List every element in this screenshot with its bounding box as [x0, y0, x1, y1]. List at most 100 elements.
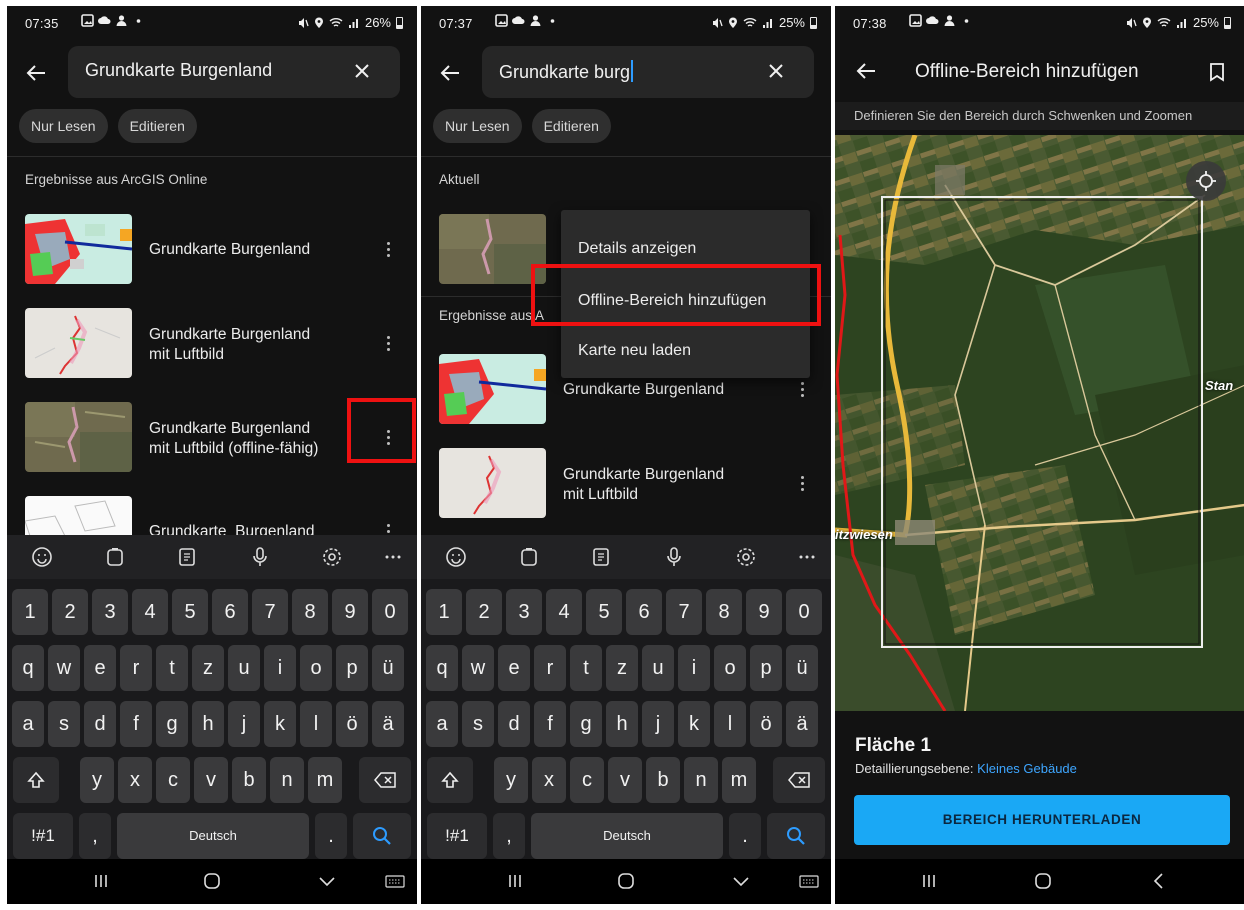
key[interactable]: e [498, 645, 530, 691]
key[interactable]: n [270, 757, 304, 803]
key[interactable]: n [684, 757, 718, 803]
key[interactable]: c [570, 757, 604, 803]
symbols-key[interactable]: !#1 [13, 813, 73, 859]
search-key[interactable] [767, 813, 825, 859]
key[interactable]: z [192, 645, 224, 691]
space-key[interactable]: Deutsch [531, 813, 723, 859]
key[interactable]: 0 [372, 589, 408, 635]
key[interactable]: i [264, 645, 296, 691]
recent-apps-icon[interactable] [505, 871, 525, 891]
search-key[interactable] [353, 813, 411, 859]
key[interactable]: 1 [12, 589, 48, 635]
key[interactable]: 7 [252, 589, 288, 635]
key[interactable]: 7 [666, 589, 702, 635]
key[interactable]: r [534, 645, 566, 691]
key[interactable]: y [80, 757, 114, 803]
more-horizontal-icon[interactable] [382, 546, 404, 568]
key[interactable]: o [714, 645, 746, 691]
key[interactable]: 0 [786, 589, 822, 635]
comma-key[interactable]: , [79, 813, 111, 859]
key[interactable]: p [750, 645, 782, 691]
clipboard-icon[interactable] [518, 546, 540, 568]
chip-read-only[interactable]: Nur Lesen [19, 109, 108, 143]
key[interactable]: b [646, 757, 680, 803]
key[interactable]: x [118, 757, 152, 803]
more-vertical-icon[interactable] [387, 524, 391, 535]
key[interactable]: g [156, 701, 188, 747]
key[interactable]: u [228, 645, 260, 691]
more-vertical-icon[interactable] [387, 242, 391, 258]
key[interactable]: ö [750, 701, 782, 747]
key[interactable]: 5 [172, 589, 208, 635]
key[interactable]: 6 [212, 589, 248, 635]
key[interactable]: t [570, 645, 602, 691]
comma-key[interactable]: , [493, 813, 525, 859]
more-vertical-icon[interactable] [801, 382, 805, 398]
key[interactable]: w [462, 645, 494, 691]
list-item[interactable]: Grundkarte Burgenland [7, 206, 417, 292]
key[interactable]: k [678, 701, 710, 747]
key[interactable]: a [12, 701, 44, 747]
key[interactable]: j [642, 701, 674, 747]
key[interactable]: ü [786, 645, 818, 691]
recent-apps-icon[interactable] [919, 871, 939, 891]
key[interactable]: h [606, 701, 638, 747]
key[interactable]: ä [786, 701, 818, 747]
key[interactable]: h [192, 701, 224, 747]
back-arrow-icon[interactable] [439, 62, 461, 84]
search-input[interactable]: Grundkarte Burgenland [68, 46, 400, 98]
menu-item-reload-map[interactable]: Karte neu laden [578, 342, 691, 360]
key[interactable]: 8 [706, 589, 742, 635]
back-arrow-icon[interactable] [25, 62, 47, 84]
key[interactable]: b [232, 757, 266, 803]
key[interactable]: ü [372, 645, 404, 691]
map-view[interactable]: itzwiesen Stan [835, 135, 1244, 711]
bookmark-icon[interactable] [1209, 62, 1225, 82]
locate-button[interactable] [1186, 161, 1226, 201]
key[interactable]: e [84, 645, 116, 691]
microphone-icon[interactable] [249, 546, 271, 568]
settings-icon[interactable] [321, 546, 343, 568]
key[interactable]: d [84, 701, 116, 747]
key[interactable]: a [426, 701, 458, 747]
key[interactable]: 4 [546, 589, 582, 635]
key[interactable]: r [120, 645, 152, 691]
period-key[interactable]: . [729, 813, 761, 859]
key[interactable]: i [678, 645, 710, 691]
key[interactable]: o [300, 645, 332, 691]
keyboard-icon[interactable] [385, 871, 405, 891]
key[interactable]: m [308, 757, 342, 803]
chip-edit[interactable]: Editieren [117, 109, 197, 143]
download-area-button[interactable]: BEREICH HERUNTERLADEN [854, 795, 1230, 845]
more-vertical-icon[interactable] [387, 336, 391, 352]
key[interactable]: 3 [506, 589, 542, 635]
key[interactable]: q [12, 645, 44, 691]
key[interactable]: c [156, 757, 190, 803]
text-editor-icon[interactable] [176, 546, 198, 568]
close-icon[interactable] [766, 61, 786, 81]
emoji-icon[interactable] [31, 546, 53, 568]
key[interactable]: s [462, 701, 494, 747]
key[interactable]: q [426, 645, 458, 691]
symbols-key[interactable]: !#1 [427, 813, 487, 859]
key[interactable]: d [498, 701, 530, 747]
close-icon[interactable] [352, 61, 372, 81]
key[interactable]: 2 [52, 589, 88, 635]
key[interactable]: ä [372, 701, 404, 747]
key[interactable]: 3 [92, 589, 128, 635]
key[interactable]: v [608, 757, 642, 803]
home-icon[interactable] [616, 871, 636, 891]
key[interactable]: l [714, 701, 746, 747]
settings-icon[interactable] [735, 546, 757, 568]
key[interactable]: 9 [332, 589, 368, 635]
chevron-down-icon[interactable] [731, 871, 751, 891]
search-input[interactable]: Grundkarte burg [482, 46, 814, 98]
microphone-icon[interactable] [663, 546, 685, 568]
list-item[interactable]: Grundkarte_Burgenland [7, 488, 417, 535]
clipboard-icon[interactable] [104, 546, 126, 568]
key[interactable]: t [156, 645, 188, 691]
key[interactable]: y [494, 757, 528, 803]
key[interactable]: 2 [466, 589, 502, 635]
key[interactable]: ö [336, 701, 368, 747]
detail-level-link[interactable]: Kleines Gebäude [977, 761, 1077, 776]
